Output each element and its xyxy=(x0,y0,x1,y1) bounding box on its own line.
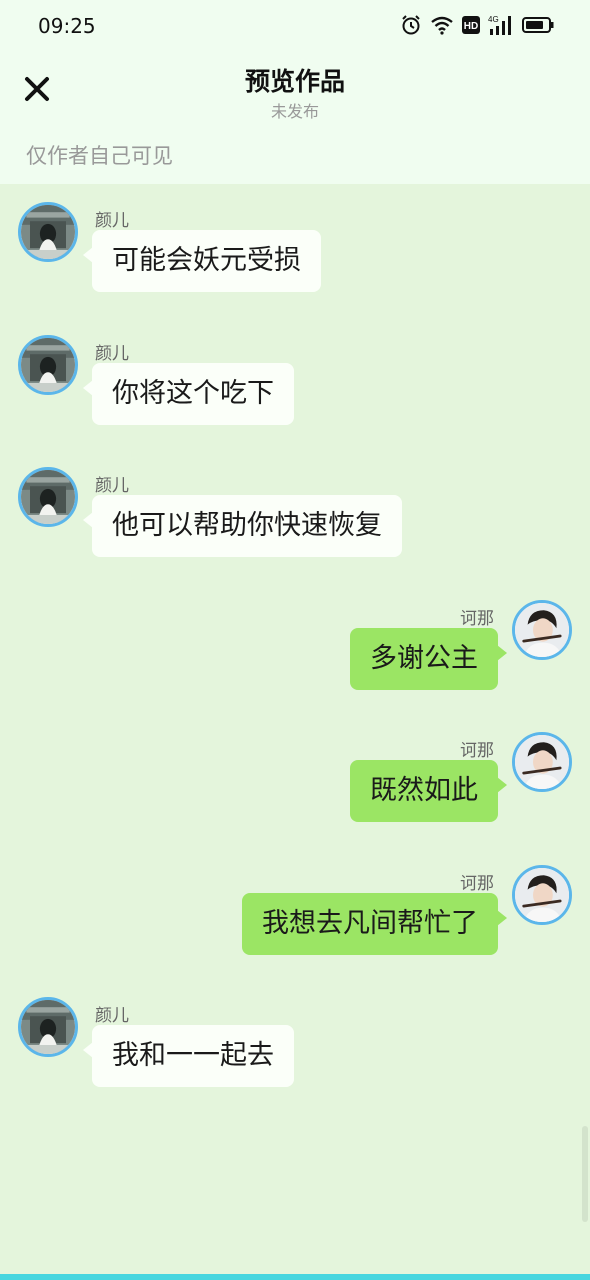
speaker-name: 颜儿 xyxy=(95,476,129,496)
avatar[interactable] xyxy=(512,864,572,925)
svg-text:4G: 4G xyxy=(488,15,499,24)
speaker-name: 诃那 xyxy=(460,873,494,894)
status-time: 09:25 xyxy=(38,14,96,38)
message-bubble[interactable]: 既然如此 xyxy=(350,760,507,822)
chat-message[interactable]: 颜儿 他可以帮助你快速恢复 xyxy=(0,467,590,567)
avatar[interactable] xyxy=(18,467,78,527)
avatar[interactable] xyxy=(512,599,572,660)
header: 预览作品 未发布 xyxy=(0,52,590,132)
avatar[interactable] xyxy=(512,732,572,792)
avatar[interactable] xyxy=(18,334,78,395)
bottom-strip xyxy=(0,1274,590,1280)
message-bubble[interactable]: 多谢公主 xyxy=(350,627,507,690)
avatar[interactable] xyxy=(18,202,78,262)
speaker-name: 颜儿 xyxy=(95,1006,129,1026)
speaker-name: 诃那 xyxy=(460,741,494,761)
message-bubble[interactable]: 我和一一起去 xyxy=(83,1025,294,1087)
avatar[interactable] xyxy=(18,997,78,1057)
wifi-icon xyxy=(431,16,453,35)
speaker-name: 颜儿 xyxy=(95,211,129,231)
speaker-name: 诃那 xyxy=(460,608,494,629)
4g-signal-icon: 4G xyxy=(488,15,511,35)
chat-message[interactable]: 颜儿 我和一一起去 xyxy=(0,997,590,1097)
message-bubble[interactable]: 可能会妖元受损 xyxy=(83,230,321,292)
visibility-note: 仅作者自己可见 xyxy=(26,144,173,168)
message-bubble[interactable]: 他可以帮助你快速恢复 xyxy=(83,495,402,557)
page-title: 预览作品 xyxy=(244,67,345,96)
page-subtitle: 未发布 xyxy=(270,102,319,121)
chat-message[interactable]: 颜儿 可能会妖元受损 xyxy=(0,202,590,302)
chat-message[interactable]: 诃那 我想去凡间帮忙了 xyxy=(0,864,590,965)
message-bubble[interactable]: 你将这个吃下 xyxy=(83,362,294,425)
chat-list[interactable]: 颜儿 可能会妖元受损 颜儿 你将这个吃下 颜儿 他可以帮助你快速恢复 诃那 多谢公主 诃那 既然如… xyxy=(0,184,590,1274)
battery-icon xyxy=(522,17,554,33)
status-bar: 09:25 HD 4G xyxy=(0,0,590,52)
speaker-name: 颜儿 xyxy=(95,343,129,364)
chat-message[interactable]: 颜儿 你将这个吃下 xyxy=(0,334,590,435)
scrollbar[interactable] xyxy=(582,1126,588,1222)
chat-message[interactable]: 诃那 多谢公主 xyxy=(0,599,590,700)
alarm-icon xyxy=(402,15,420,35)
status-icons: HD 4G xyxy=(400,14,554,36)
chat-message[interactable]: 诃那 既然如此 xyxy=(0,732,590,832)
message-bubble[interactable]: 我想去凡间帮忙了 xyxy=(242,892,507,955)
svg-text:HD: HD xyxy=(464,21,478,32)
hd-icon: HD xyxy=(462,16,480,34)
